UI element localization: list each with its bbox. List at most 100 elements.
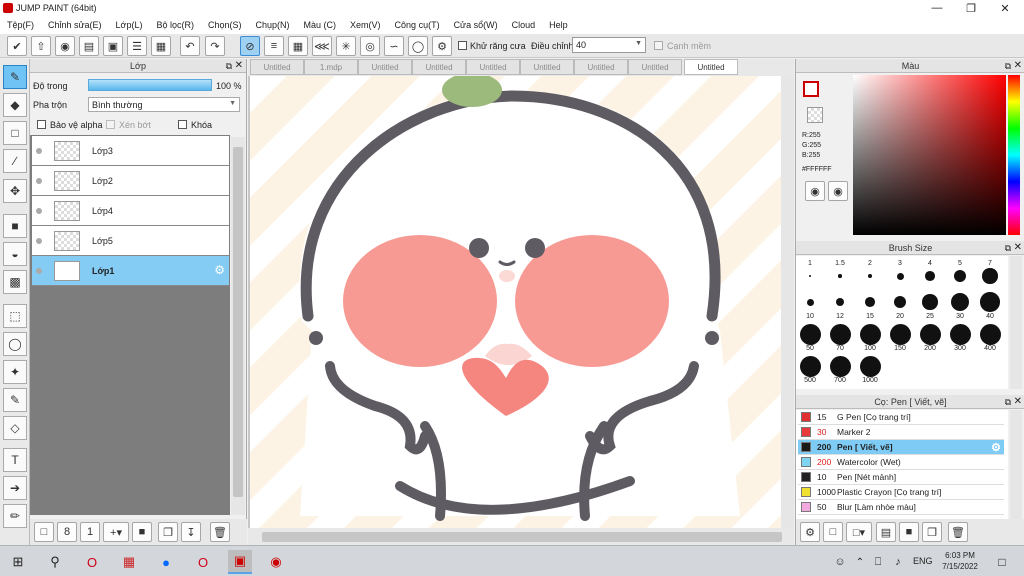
close-button[interactable]: ✕ [990, 0, 1020, 16]
brush-size-dot[interactable] [925, 271, 935, 281]
curve-icon[interactable]: ∽ [384, 36, 404, 56]
undock-icon[interactable]: ⧉ [1005, 243, 1011, 254]
brush-size-dot[interactable] [859, 355, 881, 377]
grid-settings-icon[interactable]: ▦ [151, 36, 171, 56]
saturation-value-picker[interactable] [853, 75, 1006, 235]
brush-size-dot[interactable] [799, 355, 821, 377]
visibility-icon[interactable] [36, 267, 42, 274]
record-icon[interactable]: ◉ [264, 550, 288, 574]
undock-icon[interactable]: ⧉ [1005, 61, 1011, 72]
brush-row[interactable]: 200 Watercolor (Wet) [798, 455, 1004, 470]
page-icon[interactable]: ▣ [103, 36, 123, 56]
brush-menu-icon[interactable]: □▾ [846, 522, 872, 542]
brush-row[interactable]: 50 Blur [Làm nhòe màu] [798, 500, 1004, 515]
palette-icon[interactable]: ◉ [805, 181, 825, 201]
eyedropper-tool-icon[interactable]: ✏ [3, 504, 27, 528]
soft-edge-checkbox[interactable] [654, 41, 663, 50]
opera-gx-icon[interactable]: O [191, 550, 215, 574]
folder-icon[interactable]: ■ [132, 522, 152, 542]
rect-select-icon[interactable]: ⬚ [3, 304, 27, 328]
gradient-tool-icon[interactable]: ▩ [3, 270, 27, 294]
brush-size-dot[interactable] [799, 323, 821, 345]
new-layer-icon[interactable]: □ [34, 522, 54, 542]
menu-view[interactable]: Xem(V) [343, 20, 388, 30]
brush-row[interactable]: 1000 Plastic Crayon [Cọ trang trí] [798, 485, 1004, 500]
menu-tools[interactable]: Công cụ(T) [388, 20, 447, 30]
visibility-icon[interactable] [36, 147, 42, 154]
brush-size-dot[interactable] [950, 292, 970, 312]
hue-slider[interactable] [1008, 75, 1020, 235]
opera-icon[interactable]: O [80, 550, 104, 574]
tab-untitled[interactable]: Untitled [358, 59, 412, 75]
undock-icon[interactable]: ⧉ [1005, 397, 1011, 408]
tab-untitled[interactable]: Untitled [628, 59, 682, 75]
visibility-icon[interactable] [36, 207, 42, 214]
brush-export-icon[interactable]: ▤ [876, 522, 896, 542]
layer-row[interactable]: Lớp5 [32, 226, 229, 256]
layer-row[interactable]: Lớp3 [32, 136, 229, 166]
tab-untitled-active[interactable]: Untitled [684, 59, 738, 75]
line-tool-icon[interactable]: ∕ [3, 149, 27, 173]
new-8bit-layer-icon[interactable]: 8 [57, 522, 77, 542]
brush-size-dot[interactable] [829, 323, 851, 345]
tab-untitled[interactable]: Untitled [250, 59, 304, 75]
panel-close-icon[interactable]: ✕ [235, 60, 243, 71]
brush-size-dot[interactable] [806, 298, 814, 306]
brush-size-dot[interactable] [859, 323, 881, 345]
clip-checkbox[interactable] [106, 120, 115, 129]
check-icon[interactable]: ✔ [7, 36, 27, 56]
brush-size-dot[interactable] [829, 355, 851, 377]
brush-row[interactable]: 30 Marker 2 [798, 425, 1004, 440]
gear-icon[interactable]: ⚙ [991, 441, 1001, 454]
move-tool-icon[interactable]: ✥ [3, 179, 27, 203]
layer-scrollbar[interactable] [231, 137, 245, 515]
merge-layer-icon[interactable]: ↧ [181, 522, 201, 542]
menu-cloud[interactable]: Cloud [505, 20, 543, 30]
grid-snap-icon[interactable]: ▦ [288, 36, 308, 56]
brush-list-scrollbar[interactable] [1010, 410, 1022, 519]
brush-size-grid[interactable]: 1 1.5 2 3 4 5 7 10 12 15 20 25 30 40 50 70 100 150 200 300 4… [796, 256, 1008, 389]
menu-help[interactable]: Help [542, 20, 575, 30]
brush-size-dot[interactable] [982, 268, 998, 284]
drawing-canvas[interactable] [250, 76, 781, 528]
menu-file[interactable]: Tệp(F) [0, 20, 41, 30]
brush-row-selected[interactable]: 200 Pen [ Viết, vẽ] ⚙ [798, 440, 1004, 455]
concentric-icon[interactable]: ◎ [360, 36, 380, 56]
zalo-icon[interactable]: ● [154, 550, 178, 574]
visibility-icon[interactable] [36, 237, 42, 244]
menu-capture[interactable]: Chụp(N) [249, 20, 297, 30]
undock-icon[interactable]: ⧉ [226, 61, 232, 72]
redo-icon[interactable]: ↷ [205, 36, 225, 56]
panel-icon[interactable]: ▤ [79, 36, 99, 56]
radial-line-icon[interactable]: ⋘ [312, 36, 332, 56]
brush-size-dot[interactable] [949, 323, 971, 345]
scrollbar-thumb[interactable] [262, 532, 782, 542]
gear-icon[interactable]: ⚙ [214, 263, 225, 277]
brush-settings-icon[interactable]: ⚙ [800, 522, 820, 542]
trash-icon[interactable]: 🗑 [948, 522, 968, 542]
brush-size-dot[interactable] [808, 274, 812, 278]
undo-icon[interactable]: ↶ [180, 36, 200, 56]
windows-start-icon[interactable]: ⊞ [6, 550, 30, 574]
brush-size-dot[interactable] [953, 269, 967, 283]
protect-alpha-checkbox[interactable] [37, 120, 46, 129]
foreground-color-swatch[interactable] [803, 81, 819, 97]
opacity-slider[interactable] [88, 79, 212, 91]
add-brush-icon[interactable]: □ [823, 522, 843, 542]
layer-row[interactable]: Lớp4 [32, 196, 229, 226]
menu-window[interactable]: Cửa sổ(W) [447, 20, 505, 30]
brush-row[interactable]: 10 Pen [Nét mảnh] [798, 470, 1004, 485]
eraser-tool-icon[interactable]: ◆ [3, 93, 27, 117]
adjust-input[interactable]: 40 ▼ [572, 37, 646, 53]
trash-icon[interactable]: 🗑 [210, 522, 230, 542]
tab-untitled[interactable]: Untitled [574, 59, 628, 75]
circle-snap-icon[interactable]: ◯ [408, 36, 428, 56]
background-color-swatch[interactable] [807, 107, 823, 123]
menu-select[interactable]: Chọn(S) [201, 20, 249, 30]
minimize-button[interactable]: — [922, 0, 952, 16]
panel-close-icon[interactable]: ✕ [1014, 242, 1022, 253]
search-icon[interactable]: ⚲ [43, 550, 67, 574]
brush-size-dot[interactable] [980, 292, 1000, 312]
list-icon[interactable]: ☰ [127, 36, 147, 56]
brush-size-dot[interactable] [979, 323, 1001, 345]
